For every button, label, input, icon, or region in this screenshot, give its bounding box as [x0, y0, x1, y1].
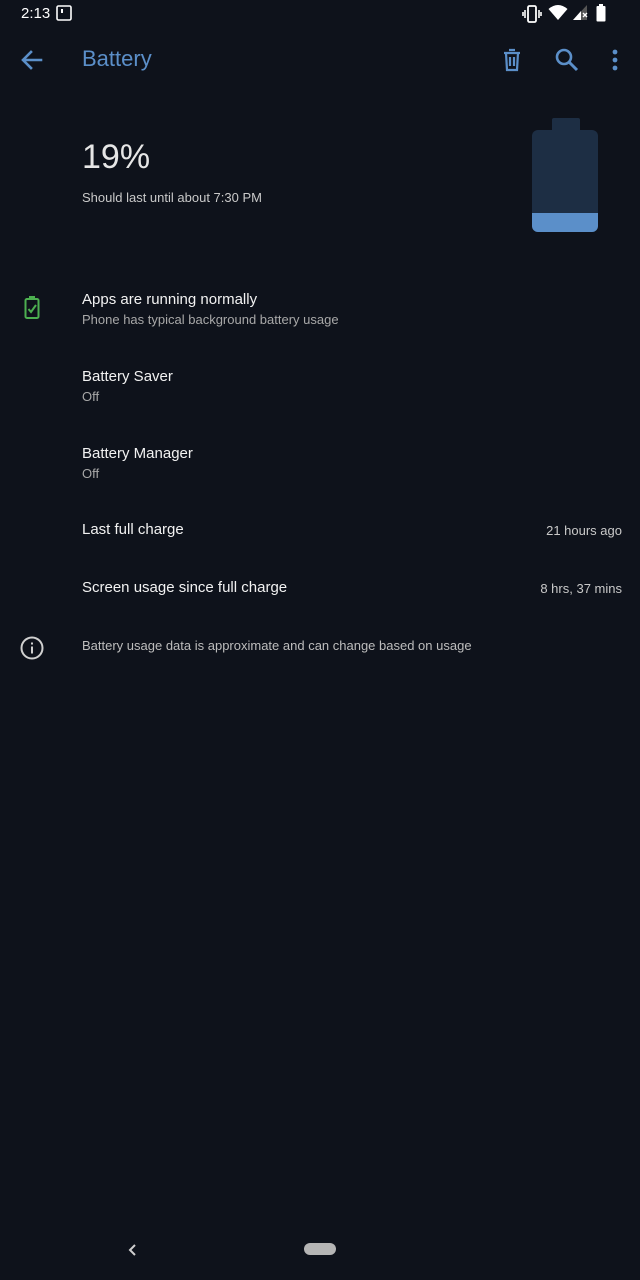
battery-saver-title: Battery Saver [82, 368, 173, 385]
battery-icon [596, 4, 606, 22]
battery-manager-title: Battery Manager [82, 445, 193, 462]
battery-fill [532, 212, 598, 232]
usage-info-footer: Battery usage data is approximate and ca… [0, 630, 640, 670]
status-bar: 2:13 [0, 0, 640, 28]
apps-status-subtitle: Phone has typical background battery usa… [82, 312, 339, 327]
battery-manager-status: Off [82, 466, 100, 481]
battery-estimate: Should last until about 7:30 PM [82, 190, 262, 205]
apps-status-item[interactable]: Apps are running normally Phone has typi… [0, 282, 640, 342]
screen-usage-title: Screen usage since full charge [82, 579, 288, 596]
battery-percent: 19% [82, 138, 151, 176]
last-full-charge-value: 21 hours ago [546, 523, 622, 538]
page-title: Battery [82, 46, 152, 71]
battery-saver-status: Off [82, 389, 100, 404]
chevron-left-icon [128, 1244, 136, 1256]
status-time: 2:13 [21, 5, 51, 22]
more-options-button[interactable] [597, 42, 633, 78]
app-bar: Battery [0, 28, 640, 92]
last-full-charge-title: Last full charge [82, 521, 184, 538]
info-icon [18, 634, 46, 662]
nav-home-pill[interactable] [304, 1243, 336, 1255]
apps-status-title: Apps are running normally [82, 291, 258, 308]
vibrate-icon [522, 5, 542, 23]
battery-body [532, 130, 598, 232]
last-full-charge-item: Last full charge 21 hours ago [0, 512, 640, 552]
more-vert-icon [612, 49, 618, 71]
usage-info-text: Battery usage data is approximate and ca… [82, 638, 472, 653]
back-button[interactable] [14, 42, 50, 78]
search-icon [555, 48, 579, 72]
arrow-left-icon [21, 50, 43, 70]
battery-level-graphic [532, 118, 600, 234]
screen-usage-value: 8 hrs, 37 mins [540, 581, 622, 596]
wifi-icon [548, 5, 568, 20]
screen-usage-item: Screen usage since full charge 8 hrs, 37… [0, 570, 640, 610]
delete-icon [504, 48, 520, 72]
battery-manager-item[interactable]: Battery Manager Off [0, 436, 640, 496]
notification-icon [56, 5, 72, 21]
nav-back-button[interactable] [122, 1238, 142, 1262]
system-nav-bar [0, 1224, 640, 1280]
delete-button[interactable] [494, 42, 530, 78]
battery-saver-item[interactable]: Battery Saver Off [0, 359, 640, 419]
battery-check-icon [18, 294, 46, 322]
battery-header: 19% Should last until about 7:30 PM [0, 100, 640, 260]
search-button[interactable] [549, 42, 585, 78]
battery-cap [552, 118, 580, 130]
signal-icon [573, 5, 588, 20]
